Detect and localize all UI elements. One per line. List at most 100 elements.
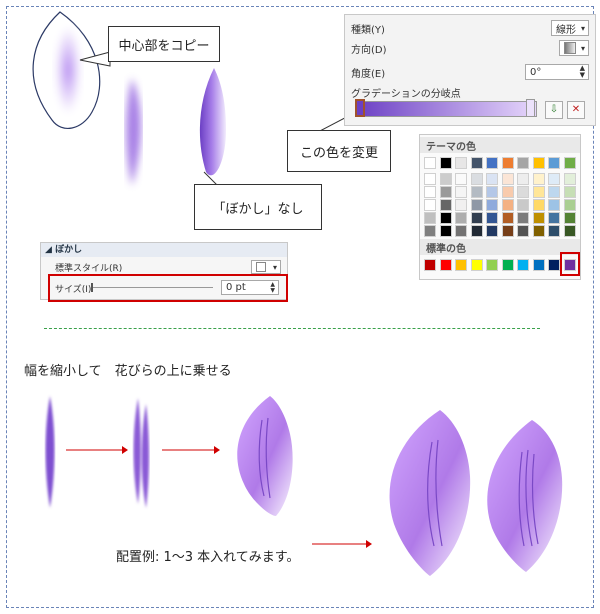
- theme-color-swatch[interactable]: [532, 225, 545, 237]
- theme-color-swatch[interactable]: [548, 173, 560, 185]
- theme-color-swatch[interactable]: [455, 157, 467, 169]
- theme-color-swatch[interactable]: [501, 225, 514, 237]
- callout-text: この色を変更: [299, 145, 378, 161]
- theme-color-swatch[interactable]: [517, 157, 529, 169]
- gradient-direction-label: 方向(D): [351, 44, 387, 56]
- theme-color-swatch[interactable]: [563, 199, 576, 211]
- gradient-stop[interactable]: [526, 99, 535, 117]
- theme-color-swatch[interactable]: [439, 173, 452, 185]
- theme-color-swatch[interactable]: [501, 186, 514, 198]
- theme-color-swatch[interactable]: [517, 173, 529, 185]
- add-stop-icon[interactable]: ⇩: [545, 101, 563, 119]
- chevron-down-icon: ▾: [272, 262, 277, 272]
- theme-color-swatch[interactable]: [424, 199, 436, 211]
- theme-color-swatch[interactable]: [548, 186, 560, 198]
- standard-color-swatch[interactable]: [548, 259, 560, 271]
- theme-color-swatch[interactable]: [563, 173, 576, 185]
- gradient-type-select[interactable]: 線形 ▾: [551, 20, 589, 36]
- standard-color-swatch[interactable]: [486, 259, 498, 271]
- theme-color-swatch[interactable]: [532, 157, 545, 169]
- theme-color-swatch[interactable]: [501, 199, 514, 211]
- theme-color-swatch[interactable]: [424, 212, 436, 224]
- theme-color-swatch[interactable]: [439, 199, 452, 211]
- standard-color-swatch[interactable]: [470, 259, 483, 271]
- theme-color-swatch[interactable]: [486, 157, 498, 169]
- theme-color-swatch[interactable]: [470, 212, 483, 224]
- theme-color-swatch[interactable]: [548, 212, 560, 224]
- standard-color-swatch[interactable]: [424, 259, 436, 271]
- theme-color-swatch[interactable]: [470, 186, 483, 198]
- standard-color-swatch[interactable]: [532, 259, 545, 271]
- theme-color-swatch[interactable]: [424, 157, 436, 169]
- theme-color-grid: [424, 157, 578, 237]
- outlined-petal: [32, 11, 101, 129]
- gradient-stops-label-row: グラデーションの分岐点: [351, 83, 589, 101]
- theme-color-swatch[interactable]: [455, 212, 467, 224]
- gradient-direction-select[interactable]: ▾: [559, 40, 589, 56]
- theme-color-swatch[interactable]: [486, 225, 498, 237]
- theme-color-swatch[interactable]: [532, 199, 545, 211]
- theme-color-swatch[interactable]: [439, 225, 452, 237]
- gradient-stop-selected[interactable]: [355, 99, 365, 117]
- callout-text: 「ぼかし」なし: [212, 201, 304, 217]
- gradient-angle-label: 角度(E): [351, 68, 386, 80]
- theme-color-swatch[interactable]: [548, 199, 560, 211]
- thin-stripe: [141, 404, 149, 508]
- petal-with-stripes: [237, 396, 293, 516]
- theme-color-swatch[interactable]: [563, 212, 576, 224]
- gradient-stops-bar[interactable]: [355, 101, 537, 117]
- theme-color-swatch[interactable]: [517, 212, 529, 224]
- callout-no-blur: 「ぼかし」なし: [194, 184, 322, 230]
- theme-color-swatch[interactable]: [517, 225, 529, 237]
- theme-color-swatch[interactable]: [486, 186, 498, 198]
- spinner-icon: ▲ ▼: [579, 64, 585, 79]
- blur-panel-header[interactable]: ◢ ぼかし: [41, 243, 287, 257]
- theme-color-swatch[interactable]: [532, 173, 545, 185]
- theme-color-swatch[interactable]: [517, 199, 529, 211]
- theme-color-swatch[interactable]: [439, 186, 452, 198]
- gradient-stops-label: グラデーションの分岐点: [351, 88, 461, 100]
- theme-color-swatch[interactable]: [470, 157, 483, 169]
- theme-color-swatch[interactable]: [517, 186, 529, 198]
- theme-color-swatch[interactable]: [486, 212, 498, 224]
- theme-color-swatch[interactable]: [486, 199, 498, 211]
- size-highlight: [48, 274, 288, 302]
- theme-color-swatch[interactable]: [470, 199, 483, 211]
- gradient-angle-input[interactable]: 0° ▲ ▼: [525, 64, 589, 80]
- theme-color-swatch[interactable]: [532, 186, 545, 198]
- theme-color-swatch[interactable]: [439, 212, 452, 224]
- theme-color-swatch[interactable]: [455, 186, 467, 198]
- theme-color-swatch[interactable]: [548, 157, 560, 169]
- theme-color-swatch[interactable]: [486, 173, 498, 185]
- theme-color-swatch[interactable]: [455, 225, 467, 237]
- standard-color-swatch[interactable]: [439, 259, 452, 271]
- theme-color-swatch[interactable]: [439, 157, 452, 169]
- standard-color-swatch[interactable]: [517, 259, 529, 271]
- blurred-petal: [126, 78, 142, 186]
- theme-color-swatch[interactable]: [455, 199, 467, 211]
- theme-color-swatch[interactable]: [548, 225, 560, 237]
- standard-color-swatch[interactable]: [455, 259, 467, 271]
- thin-stripe: [45, 396, 55, 508]
- theme-color-swatch[interactable]: [424, 173, 436, 185]
- standard-color-swatch[interactable]: [501, 259, 514, 271]
- remove-stop-icon[interactable]: ✕: [567, 101, 585, 119]
- theme-color-swatch[interactable]: [455, 173, 467, 185]
- theme-color-swatch[interactable]: [563, 157, 576, 169]
- theme-color-swatch[interactable]: [532, 212, 545, 224]
- blur-preset-select[interactable]: ▾: [251, 260, 281, 274]
- standard-colors-title: 標準の色: [426, 243, 466, 255]
- theme-color-swatch[interactable]: [563, 186, 576, 198]
- theme-color-swatch[interactable]: [424, 186, 436, 198]
- theme-color-swatch[interactable]: [470, 173, 483, 185]
- theme-color-swatch[interactable]: [501, 157, 514, 169]
- theme-color-swatch[interactable]: [470, 225, 483, 237]
- color-palette: テーマの色 標準の色: [419, 134, 581, 280]
- theme-color-swatch[interactable]: [424, 225, 436, 237]
- theme-color-swatch[interactable]: [501, 173, 514, 185]
- theme-colors-header: テーマの色: [420, 137, 580, 153]
- collapse-triangle-icon: ◢: [45, 245, 52, 255]
- theme-color-swatch[interactable]: [563, 225, 576, 237]
- arrow-icon: [312, 540, 372, 548]
- theme-color-swatch[interactable]: [501, 212, 514, 224]
